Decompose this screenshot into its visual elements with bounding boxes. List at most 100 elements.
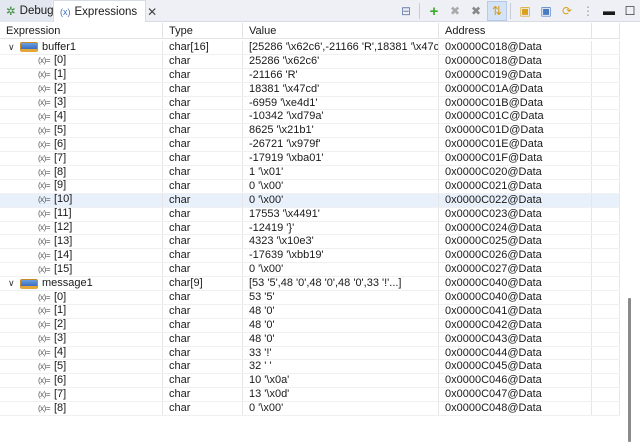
- table-row[interactable]: (x)= [13] char 4323 '\x10e3' 0x0000C025@D…: [0, 235, 620, 250]
- value-cell[interactable]: 0 '\x00': [243, 402, 439, 416]
- column-header-expression[interactable]: Expression: [0, 23, 163, 38]
- value-cell[interactable]: 0 '\x00': [243, 263, 439, 277]
- address-cell: 0x0000C018@Data: [439, 54, 592, 68]
- minimize-icon[interactable]: ▬: [599, 1, 619, 21]
- table-row[interactable]: (x)= [3] char -6959 '\xe4d1' 0x0000C01B@D…: [0, 96, 620, 111]
- value-cell[interactable]: 33 '!': [243, 346, 439, 360]
- table-row[interactable]: (x)= [1] char 48 '0' 0x0000C041@Data: [0, 304, 620, 319]
- value-cell[interactable]: 8625 '\x21b1': [243, 124, 439, 138]
- value-cell[interactable]: 18381 '\x47cd': [243, 82, 439, 96]
- table-row[interactable]: (x)= [15] char 0 '\x00' 0x0000C027@Data: [0, 263, 620, 278]
- type-cell: char: [163, 346, 243, 360]
- value-cell[interactable]: -6959 '\xe4d1': [243, 96, 439, 110]
- table-row[interactable]: (x)= [6] char 10 '\x0a' 0x0000C046@Data: [0, 374, 620, 389]
- value-cell[interactable]: 1 '\x01': [243, 166, 439, 179]
- address-cell: 0x0000C040@Data: [439, 291, 592, 304]
- table-row[interactable]: (x)= [7] char 13 '\x0d' 0x0000C047@Data: [0, 388, 620, 403]
- address-cell: 0x0000C044@Data: [439, 346, 592, 360]
- refresh-icon[interactable]: ⟳: [557, 1, 577, 21]
- table-row[interactable]: (x)= [4] char -10342 '\xd79a' 0x0000C01C@…: [0, 110, 620, 125]
- value-cell[interactable]: 0 '\x00': [243, 179, 439, 193]
- value-cell[interactable]: 0 '\x00': [243, 193, 439, 207]
- column-header-type[interactable]: Type: [163, 23, 243, 38]
- chevron-down-icon[interactable]: ∨: [8, 277, 18, 290]
- empty-cell: [592, 346, 620, 360]
- value-cell[interactable]: -17639 '\xbb19': [243, 249, 439, 263]
- table-row[interactable]: (x)= [12] char -12419 '}' 0x0000C024@Data: [0, 221, 620, 236]
- add-expression-icon[interactable]: +: [424, 1, 444, 21]
- table-row[interactable]: (x)= [5] char 8625 '\x21b1' 0x0000C01D@Da…: [0, 124, 620, 139]
- expressions-tree[interactable]: ∨ buffer1 char[16] [25286 '\x62c6',-21166…: [0, 41, 620, 444]
- value-cell[interactable]: 48 '0': [243, 318, 439, 332]
- empty-cell: [592, 249, 620, 263]
- export-icon[interactable]: ▣: [536, 1, 556, 21]
- type-cell: char: [163, 54, 243, 68]
- value-cell[interactable]: 13 '\x0d': [243, 388, 439, 402]
- table-row[interactable]: (x)= [8] char 0 '\x00' 0x0000C048@Data: [0, 402, 620, 417]
- table-row[interactable]: (x)= [2] char 48 '0' 0x0000C042@Data: [0, 318, 620, 333]
- table-row[interactable]: (x)= [7] char -17919 '\xba01' 0x0000C01F@…: [0, 152, 620, 167]
- value-cell[interactable]: 25286 '\x62c6': [243, 54, 439, 68]
- vertical-scrollbar[interactable]: [628, 298, 631, 442]
- value-cell[interactable]: -12419 '}': [243, 221, 439, 235]
- table-row[interactable]: (x)= [14] char -17639 '\xbb19' 0x0000C026…: [0, 249, 620, 264]
- expressions-icon: (x): [60, 6, 71, 17]
- tab-expressions[interactable]: (x) Expressions ✕: [53, 0, 157, 22]
- table-row[interactable]: (x)= [3] char 48 '0' 0x0000C043@Data: [0, 332, 620, 347]
- value-cell[interactable]: -21166 'R': [243, 68, 439, 82]
- expression-name: [8]: [54, 402, 67, 414]
- maximize-icon[interactable]: ☐: [620, 1, 640, 21]
- table-row[interactable]: (x)= [10] char 0 '\x00' 0x0000C022@Data: [0, 193, 620, 208]
- table-row[interactable]: (x)= [1] char -21166 'R' 0x0000C019@Data: [0, 68, 620, 83]
- expression-name: [9]: [54, 179, 67, 192]
- tree-parent-row[interactable]: ∨ buffer1 char[16] [25286 '\x62c6',-21166…: [0, 41, 620, 55]
- view-menu-icon[interactable]: ⋮: [578, 1, 598, 21]
- empty-cell: [592, 263, 620, 277]
- table-row[interactable]: (x)= [9] char 0 '\x00' 0x0000C021@Data: [0, 179, 620, 194]
- value-cell[interactable]: 32 ' ': [243, 360, 439, 374]
- address-cell: 0x0000C01B@Data: [439, 96, 592, 110]
- expression-name: [5]: [54, 360, 67, 372]
- address-cell: 0x0000C027@Data: [439, 263, 592, 277]
- chevron-down-icon[interactable]: ∨: [8, 41, 18, 54]
- value-cell[interactable]: -10342 '\xd79a': [243, 110, 439, 124]
- expression-name: [12]: [54, 221, 73, 234]
- table-row[interactable]: (x)= [4] char 33 '!' 0x0000C044@Data: [0, 346, 620, 361]
- column-header-address[interactable]: Address: [439, 23, 592, 38]
- table-row[interactable]: (x)= [8] char 1 '\x01' 0x0000C020@Data: [0, 166, 620, 180]
- value-cell[interactable]: 48 '0': [243, 332, 439, 346]
- collapse-all-icon[interactable]: ⊟: [396, 1, 416, 21]
- table-row[interactable]: (x)= [2] char 18381 '\x47cd' 0x0000C01A@D…: [0, 82, 620, 97]
- empty-cell: [592, 291, 620, 304]
- type-cell: char: [163, 207, 243, 221]
- type-cell: char: [163, 318, 243, 332]
- table-header: Expression Type Value Address: [0, 23, 620, 39]
- value-cell[interactable]: [53 '5',48 '0',48 '0',48 '0',33 '!'...]: [243, 277, 439, 291]
- remove-expression-icon[interactable]: ✖: [445, 1, 465, 21]
- value-cell[interactable]: 53 '5': [243, 291, 439, 304]
- variable-element-icon: (x)=: [38, 264, 51, 274]
- value-cell[interactable]: 48 '0': [243, 304, 439, 318]
- table-row[interactable]: (x)= [11] char 17553 '\x4491' 0x0000C023@…: [0, 207, 620, 222]
- close-icon[interactable]: ✕: [147, 5, 157, 19]
- remove-all-icon[interactable]: ✖: [466, 1, 486, 21]
- table-row[interactable]: (x)= [0] char 53 '5' 0x0000C040@Data: [0, 291, 620, 305]
- value-cell[interactable]: 4323 '\x10e3': [243, 235, 439, 249]
- value-cell[interactable]: 10 '\x0a': [243, 374, 439, 388]
- column-header-value[interactable]: Value: [243, 23, 439, 38]
- new-watch-icon[interactable]: ▣: [515, 1, 535, 21]
- table-row[interactable]: (x)= [6] char -26721 '\x979f' 0x0000C01E@…: [0, 138, 620, 153]
- tree-parent-row[interactable]: ∨ message1 char[9] [53 '5',48 '0',48 '0',…: [0, 277, 620, 292]
- value-cell[interactable]: -26721 '\x979f': [243, 138, 439, 152]
- refresh-toggle-icon[interactable]: ⇅: [487, 1, 507, 21]
- type-cell: char: [163, 152, 243, 166]
- value-cell[interactable]: -17919 '\xba01': [243, 152, 439, 166]
- value-cell[interactable]: 17553 '\x4491': [243, 207, 439, 221]
- table-row[interactable]: (x)= [5] char 32 ' ' 0x0000C045@Data: [0, 360, 620, 375]
- debug-icon: ✲: [6, 6, 16, 18]
- address-cell: 0x0000C043@Data: [439, 332, 592, 346]
- value-cell[interactable]: [25286 '\x62c6',-21166 'R',18381 '\x47cd…: [243, 41, 439, 54]
- address-cell: 0x0000C042@Data: [439, 318, 592, 332]
- table-row[interactable]: (x)= [0] char 25286 '\x62c6' 0x0000C018@D…: [0, 54, 620, 69]
- tab-debug[interactable]: ✲ Debug: [0, 0, 54, 22]
